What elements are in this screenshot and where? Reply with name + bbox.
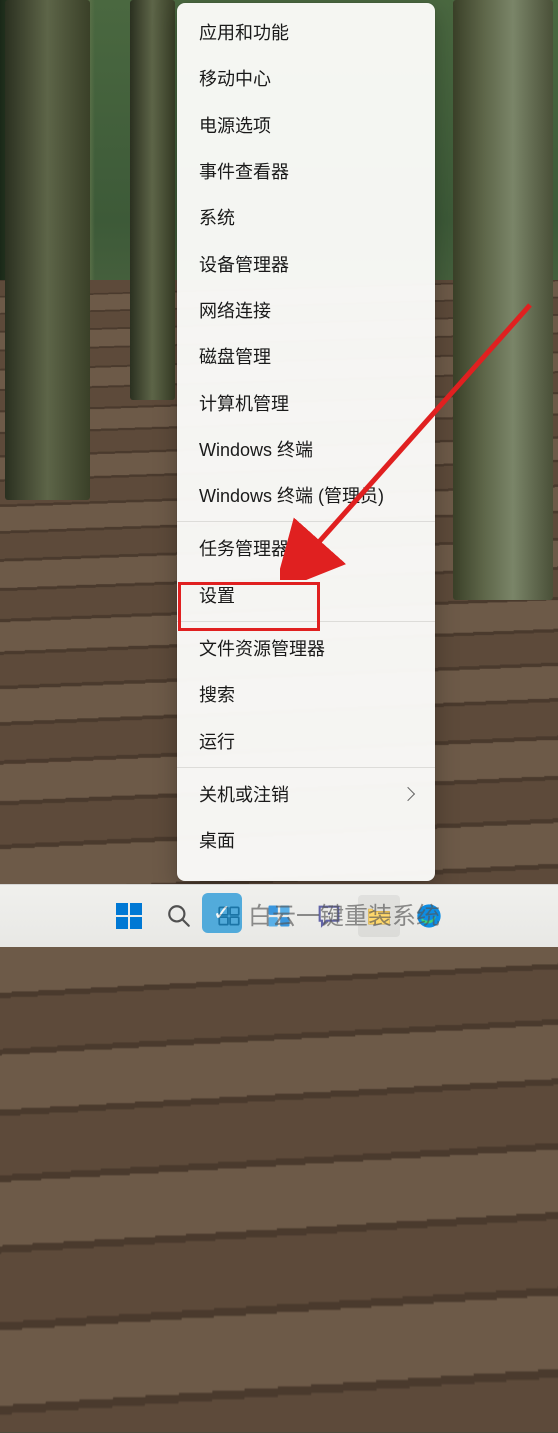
menu-item-label: 事件查看器	[199, 158, 289, 184]
menu-apps-features[interactable]: 应用和功能	[177, 9, 435, 55]
menu-item-label: 移动中心	[199, 65, 271, 91]
menu-event-viewer[interactable]: 事件查看器	[177, 148, 435, 194]
menu-task-manager[interactable]: 任务管理器	[177, 525, 435, 571]
chat-icon	[315, 902, 343, 930]
menu-file-explorer[interactable]: 文件资源管理器	[177, 625, 435, 671]
menu-item-label: 任务管理器	[199, 535, 289, 561]
menu-disk-management[interactable]: 磁盘管理	[177, 333, 435, 379]
menu-item-label: 电源选项	[199, 112, 271, 138]
wallpaper-tree	[5, 0, 90, 500]
menu-item-label: 网络连接	[199, 297, 271, 323]
menu-item-label: 文件资源管理器	[199, 635, 325, 661]
file-explorer-button[interactable]	[358, 895, 400, 937]
menu-power-options[interactable]: 电源选项	[177, 102, 435, 148]
menu-item-label: 运行	[199, 728, 235, 754]
wallpaper-tree	[130, 0, 175, 400]
taskbar	[0, 884, 558, 947]
menu-windows-terminal[interactable]: Windows 终端	[177, 426, 435, 472]
wallpaper-tree	[453, 0, 553, 600]
menu-item-label: 关机或注销	[199, 781, 289, 807]
menu-desktop[interactable]: 桌面	[177, 817, 435, 863]
menu-network-connections[interactable]: 网络连接	[177, 287, 435, 333]
menu-system[interactable]: 系统	[177, 194, 435, 240]
start-button[interactable]	[108, 895, 150, 937]
menu-settings[interactable]: 设置	[177, 572, 435, 618]
menu-windows-terminal-admin[interactable]: Windows 终端 (管理员)	[177, 472, 435, 518]
menu-device-manager[interactable]: 设备管理器	[177, 240, 435, 286]
menu-item-label: 桌面	[199, 827, 235, 853]
menu-item-label: 设备管理器	[199, 251, 289, 277]
folder-icon	[365, 902, 393, 930]
widgets-icon	[265, 902, 293, 930]
menu-separator	[177, 521, 435, 522]
menu-run[interactable]: 运行	[177, 717, 435, 763]
edge-button[interactable]	[408, 895, 450, 937]
menu-separator	[177, 767, 435, 768]
menu-shutdown-signout[interactable]: 关机或注销	[177, 771, 435, 817]
menu-item-label: 应用和功能	[199, 19, 289, 45]
menu-item-label: 计算机管理	[199, 390, 289, 416]
taskbar-search-button[interactable]	[158, 895, 200, 937]
windows-logo-icon	[116, 903, 142, 929]
menu-item-label: 搜索	[199, 681, 235, 707]
task-view-button[interactable]	[208, 895, 250, 937]
winx-context-menu: 应用和功能移动中心电源选项事件查看器系统设备管理器网络连接磁盘管理计算机管理 Wi…	[177, 3, 435, 881]
chat-button[interactable]	[308, 895, 350, 937]
search-icon	[166, 903, 192, 929]
menu-separator	[177, 621, 435, 622]
menu-item-label: Windows 终端	[199, 436, 313, 462]
menu-computer-management[interactable]: 计算机管理	[177, 379, 435, 425]
menu-search[interactable]: 搜索	[177, 671, 435, 717]
menu-item-label: 设置	[199, 582, 235, 608]
menu-mobility-center[interactable]: 移动中心	[177, 55, 435, 101]
chevron-right-icon	[401, 787, 415, 801]
task-view-icon	[216, 903, 242, 929]
edge-icon	[415, 902, 443, 930]
menu-item-label: Windows 终端 (管理员)	[199, 482, 384, 508]
menu-item-label: 系统	[199, 204, 235, 230]
menu-item-label: 磁盘管理	[199, 343, 271, 369]
widgets-button[interactable]	[258, 895, 300, 937]
